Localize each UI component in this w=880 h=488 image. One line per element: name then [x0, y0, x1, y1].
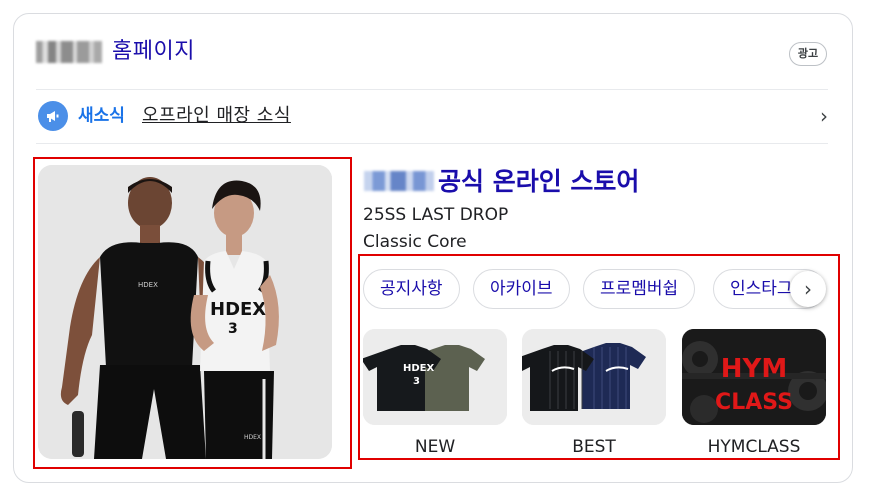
- subtitle-line-1: 25SS LAST DROP: [363, 205, 509, 225]
- product-tile-new[interactable]: HDEX 3: [363, 329, 507, 425]
- subtitle-line-2: Classic Core: [363, 232, 467, 252]
- store-brand-blurred[interactable]: [364, 171, 434, 191]
- ad-badge: 광고: [789, 42, 827, 66]
- product-label-hymclass[interactable]: HYMCLASS: [682, 436, 826, 458]
- chip-notice[interactable]: 공지사항: [363, 269, 460, 309]
- chip-archive[interactable]: 아카이브: [473, 269, 570, 309]
- chevron-right-icon[interactable]: ›: [814, 106, 834, 126]
- hero-image[interactable]: HDEX HDEX 3 HDEX: [38, 165, 332, 459]
- svg-text:CLASS: CLASS: [715, 390, 793, 415]
- tank-number: 3: [228, 321, 238, 337]
- tee-print: HDEX: [403, 363, 435, 374]
- megaphone-icon: [38, 101, 68, 131]
- tank-logo-man: HDEX: [138, 281, 158, 289]
- product-tile-hymclass[interactable]: HYM CLASS: [682, 329, 826, 425]
- homepage-link[interactable]: 홈페이지: [112, 38, 195, 66]
- svg-text:HYM: HYM: [721, 354, 787, 384]
- chip-pro-membership[interactable]: 프로멤버쉽: [583, 269, 696, 309]
- sitelink-chip-row: 공지사항 아카이브 프로멤버쉽 인스타그램: [363, 269, 827, 309]
- pants-logo: HDEX: [244, 434, 261, 441]
- product-tile-best[interactable]: [522, 329, 666, 425]
- divider: [36, 143, 828, 144]
- product-label-best[interactable]: BEST: [522, 436, 666, 458]
- tank-logo-woman: HDEX: [210, 299, 266, 320]
- divider: [36, 89, 828, 90]
- news-link[interactable]: 오프라인 매장 소식: [142, 104, 291, 128]
- brand-name-blurred[interactable]: [36, 41, 102, 63]
- store-title-link[interactable]: 공식 온라인 스토어: [438, 166, 639, 198]
- tee-number: 3: [413, 376, 420, 387]
- chevron-right-icon[interactable]: ›: [790, 271, 826, 307]
- product-label-new[interactable]: NEW: [363, 436, 507, 458]
- news-label: 새소식: [78, 106, 125, 126]
